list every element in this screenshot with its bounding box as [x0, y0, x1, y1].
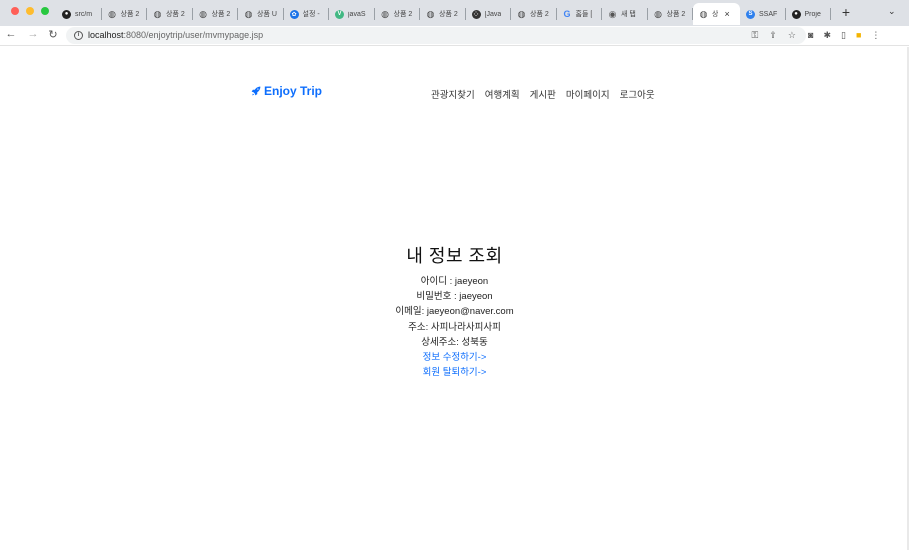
browser-tab[interactable]: G 홈들 [: [557, 3, 603, 25]
tab-title: SSAF: [759, 10, 778, 18]
user-id: 아이디 : jaeyeon: [420, 276, 489, 287]
browser-tab[interactable]: S SSAF: [740, 3, 786, 25]
page-title: 내 정보 조회: [406, 246, 503, 266]
key-icon[interactable]: ⚿: [752, 30, 759, 41]
browser-tab[interactable]: ⁘ [Java: [466, 3, 512, 25]
main-nav: 관광지찾기 여행계획 게시판 마이페이지 로그아웃: [431, 87, 655, 101]
tab-title: 상품 2: [166, 11, 185, 18]
v-icon: V: [335, 9, 344, 19]
browser-tab[interactable]: ✿ 설정 -: [284, 3, 330, 25]
nav-trip-plan[interactable]: 여행계획: [485, 87, 520, 101]
camera-icon[interactable]: ◙: [808, 30, 813, 41]
profile-section: 내 정보 조회 아이디 : jaeyeon 비밀번호 : jaeyeon 이메일…: [0, 242, 909, 380]
site-info-icon[interactable]: i: [74, 31, 83, 40]
bookmark-star-icon[interactable]: ☆: [788, 30, 796, 41]
ssafy-icon: S: [746, 9, 755, 19]
nav-board[interactable]: 게시판: [530, 87, 556, 101]
tab-title: 상품 2: [120, 11, 140, 18]
rocket-icon: [251, 86, 261, 96]
back-icon[interactable]: ←: [4, 28, 18, 40]
extensions-icon[interactable]: ✱: [823, 30, 831, 41]
gear-icon: ✿: [289, 9, 299, 19]
user-email: 이메일: jaeyeon@naver.com: [395, 306, 514, 318]
browser-tab[interactable]: ◍ 상품 2: [420, 3, 466, 25]
url-path: :8080/enjoytrip/user/mvmypage.jsp: [123, 30, 264, 40]
tab-title: 상품 2: [439, 11, 458, 18]
github-icon: ●: [62, 9, 71, 19]
globe-icon: ◍: [426, 8, 435, 19]
browser-tab[interactable]: ● src/m: [56, 3, 102, 25]
browser-tab-strip: ● src/m ◍ 상품 2 ◍ 상품 2 ◍ 상품 2 ◍ 상품 U ✿ 설정 - VjavaS ◍ 상품…: [0, 0, 909, 26]
nav-logout[interactable]: 로그아웃: [620, 87, 655, 101]
brand-link[interactable]: Enjoy Trip: [251, 84, 322, 98]
edit-profile-link[interactable]: 정보 수정하기->: [0, 350, 909, 365]
browser-tab[interactable]: ◍ 상품 2: [147, 3, 193, 25]
close-window-button[interactable]: [11, 7, 19, 15]
tab-title: Proje: [804, 10, 821, 18]
browser-toolbar: ← → ↻ i localhost:8080/enjoytrip/user/mv…: [0, 26, 909, 46]
globe-icon: ◍: [153, 8, 162, 19]
tab-title: src/m: [75, 10, 93, 18]
tab-title: 상품 2: [211, 11, 231, 18]
withdraw-link[interactable]: 회원 탈퇴하기->: [0, 365, 909, 380]
globe-icon: ◍: [108, 8, 116, 19]
browser-tab[interactable]: ◍ 상품 2: [511, 3, 557, 25]
reload-icon[interactable]: ↻: [46, 28, 60, 41]
chrome-icon: ◉: [608, 8, 617, 19]
menu-icon[interactable]: ⋮: [871, 30, 880, 41]
browser-tab[interactable]: ◍ 상 ×: [693, 3, 740, 25]
google-icon: G: [563, 9, 571, 19]
globe-icon: ◍: [244, 8, 253, 19]
extension-badge-icon[interactable]: ■: [856, 30, 861, 41]
browser-tab[interactable]: ◍ 상품 2: [193, 3, 239, 25]
forward-icon[interactable]: →: [26, 28, 40, 40]
window-controls: [11, 7, 49, 15]
new-tab-button[interactable]: +: [838, 4, 854, 20]
share-icon[interactable]: ⇪: [769, 30, 777, 41]
url-text[interactable]: localhost:8080/enjoytrip/user/mvmypage.j…: [88, 30, 263, 40]
tab-title: 상품 2: [393, 11, 413, 18]
minimize-window-button[interactable]: [26, 7, 34, 15]
user-address: 주소: 사피나라사피사피: [408, 321, 501, 333]
tab-title: javaS: [348, 10, 366, 18]
github-icon: ●: [791, 9, 801, 19]
tab-title: 상: [712, 11, 719, 18]
globe-icon: ◍: [517, 8, 526, 19]
close-tab-icon[interactable]: ×: [724, 9, 729, 19]
nav-mypage[interactable]: 마이페이지: [566, 87, 610, 101]
browser-tab[interactable]: ◉ 새 탭: [602, 3, 648, 25]
globe-icon: ◍: [654, 8, 662, 19]
sidepanel-icon[interactable]: ▯: [841, 30, 846, 41]
browser-tab[interactable]: ◍ 상품 2: [648, 3, 694, 25]
browser-tab[interactable]: VjavaS: [329, 3, 375, 25]
url-host: localhost: [88, 30, 124, 40]
tab-title: [Java: [484, 10, 502, 18]
tab-title: 새 탭: [621, 11, 636, 18]
tab-title: 설정 -: [302, 11, 320, 18]
globe-icon: ◍: [381, 8, 389, 19]
page: Enjoy Trip 관광지찾기 여행계획 게시판 마이페이지 로그아웃 내 정…: [0, 47, 909, 550]
browser-tab[interactable]: ◍ 상품 2: [375, 3, 421, 25]
tab-title: 상품 2: [666, 11, 686, 18]
tab-search-button[interactable]: ⌄: [888, 6, 896, 17]
tab-list: ● src/m ◍ 상품 2 ◍ 상품 2 ◍ 상품 2 ◍ 상품 U ✿ 설정 - VjavaS ◍ 상품…: [56, 2, 831, 26]
globe-icon: ◍: [199, 8, 207, 19]
globe-icon: ◍: [699, 8, 708, 19]
tab-title: 홈들 [: [575, 11, 593, 18]
browser-tab[interactable]: ◍ 상품 U: [238, 3, 284, 25]
browser-tab[interactable]: ● Proje: [786, 3, 832, 25]
nav-attractions[interactable]: 관광지찾기: [431, 87, 475, 101]
tab-title: 상품 U: [257, 11, 277, 18]
tab-title: 상품 2: [530, 11, 549, 18]
user-password: 비밀번호 : jaeyeon: [416, 291, 493, 303]
t-icon: ⁘: [471, 9, 481, 19]
browser-tab[interactable]: ◍ 상품 2: [102, 3, 148, 25]
brand-name: Enjoy Trip: [264, 84, 323, 98]
address-bar[interactable]: i localhost:8080/enjoytrip/user/mvmypage…: [66, 27, 806, 44]
zoom-window-button[interactable]: [41, 7, 49, 15]
user-detail-address: 상세주소: 성북동: [421, 336, 488, 348]
